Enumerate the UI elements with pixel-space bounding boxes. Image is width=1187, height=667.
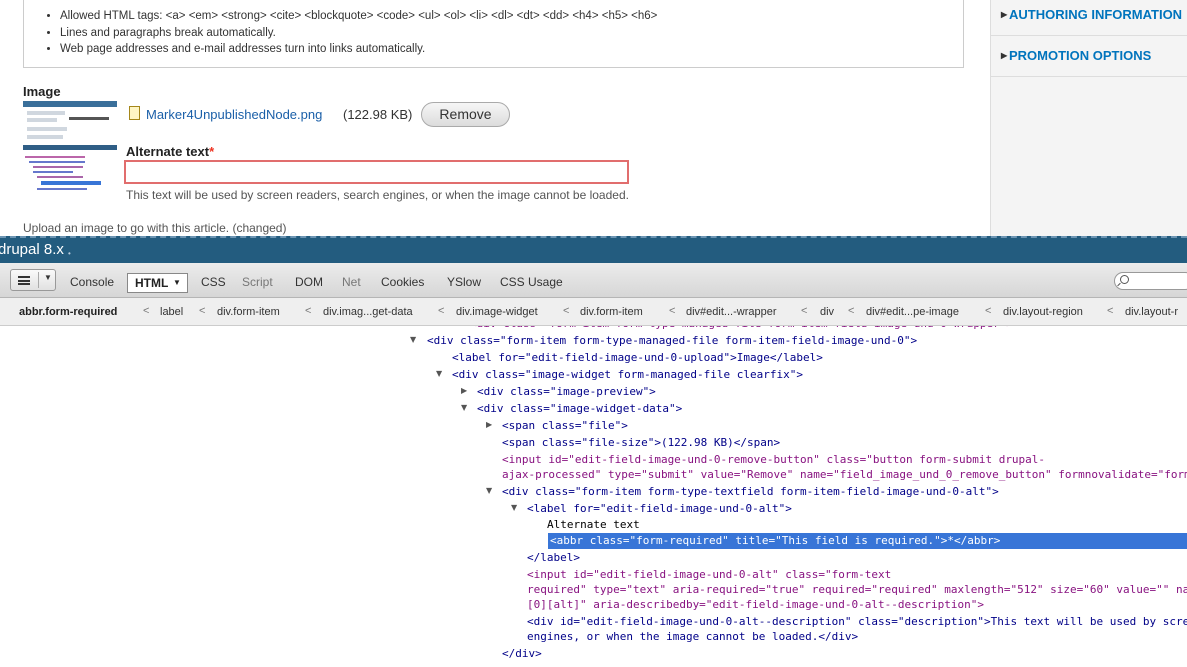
firebug-window-title: drupal 8.x <box>0 241 64 258</box>
search-icon <box>1120 275 1129 284</box>
code-line[interactable]: </label> <box>527 551 580 565</box>
alt-text-description: This text will be used by screen readers… <box>126 188 629 202</box>
code-line[interactable]: <span class="file-size">(122.98 KB)</spa… <box>502 436 780 450</box>
tab-dom[interactable]: DOM <box>295 275 323 289</box>
code-line[interactable]: <div class="form-item form-type-managed-… <box>427 334 917 348</box>
sidebar-item-promotion-options[interactable]: ▶ PROMOTION OPTIONS <box>991 41 1187 77</box>
firebug-toolbar: ▼ Console HTML ▼ CSS Script DOM Net Cook… <box>0 263 1187 298</box>
remove-button[interactable]: Remove <box>421 102 510 127</box>
sidebar-item-label: PROMOTION OPTIONS <box>1009 48 1152 63</box>
breadcrumb-item[interactable]: div <box>820 306 834 318</box>
code-line[interactable]: <input id="edit-field-image-und-0-alt" c… <box>527 568 891 582</box>
code-line[interactable]: engines, or when the image cannot be loa… <box>527 630 858 644</box>
sidebar-item-authoring-information[interactable]: ▶ AUTHORING INFORMATION <box>991 0 1187 36</box>
code-line[interactable]: <label for="edit-field-image-und-0-alt"> <box>527 502 792 516</box>
format-tips-list: Allowed HTML tags: <a> <em> <strong> <ci… <box>60 8 657 58</box>
triangle-down-icon[interactable]: ▼ <box>486 486 492 495</box>
tip-line-breaks: Lines and paragraphs break automatically… <box>60 25 657 42</box>
breadcrumb: abbr.form-required < label < div.form-it… <box>0 298 1187 326</box>
chevron-down-icon: ▼ <box>44 273 52 282</box>
tab-console[interactable]: Console <box>70 275 114 289</box>
triangle-right-icon: ▶ <box>1001 51 1008 60</box>
resize-grip-icon[interactable]: • <box>68 249 71 258</box>
breadcrumb-item[interactable]: div.form-item <box>217 306 280 318</box>
firebug-title-bar: drupal 8.x • <box>0 236 1187 263</box>
breadcrumb-item[interactable]: abbr.form-required <box>19 306 117 318</box>
triangle-right-icon: ▶ <box>1001 10 1008 19</box>
breadcrumb-item[interactable]: div.layout-region <box>1003 306 1083 318</box>
triangle-right-icon[interactable]: ▶ <box>486 420 492 429</box>
tip-allowed-tags: Allowed HTML tags: <a> <em> <strong> <ci… <box>60 8 657 25</box>
breadcrumb-item[interactable]: div.form-item <box>580 306 643 318</box>
image-preview-thumbnail[interactable] <box>23 101 117 195</box>
menu-icon <box>18 276 30 285</box>
code-line-selected: <abbr class="form-required" title="This … <box>550 534 1001 547</box>
code-line[interactable]: [0][alt]" aria-describedby="edit-field-i… <box>527 598 984 612</box>
selected-node-highlight[interactable]: <abbr class="form-required" title="This … <box>548 533 1187 549</box>
code-line[interactable]: ajax-processed" type="submit" value="Rem… <box>502 468 1187 482</box>
tab-html[interactable]: HTML ▼ <box>127 273 188 293</box>
breadcrumb-item[interactable]: div.imag...get-data <box>323 306 413 318</box>
tab-script[interactable]: Script <box>242 275 273 289</box>
upload-description: Upload an image to go with this article.… <box>23 221 287 235</box>
triangle-down-icon[interactable]: ▼ <box>511 503 517 512</box>
alt-text-label-text: Alternate text <box>126 144 210 159</box>
triangle-down-icon[interactable]: ▼ <box>461 403 467 412</box>
code-line[interactable]: <div class="form-item form-type-textfiel… <box>502 485 999 499</box>
code-line[interactable]: <label for="edit-field-image-und-0-uploa… <box>452 351 823 365</box>
tab-html-label: HTML <box>135 276 169 290</box>
text-format-tips: Allowed HTML tags: <a> <em> <strong> <ci… <box>23 0 964 68</box>
file-image-icon <box>129 106 140 120</box>
tab-cookies[interactable]: Cookies <box>381 275 424 289</box>
triangle-down-icon[interactable]: ▼ <box>436 369 442 378</box>
node-edit-page: Allowed HTML tags: <a> <em> <strong> <ci… <box>0 0 1187 236</box>
triangle-down-icon[interactable]: ▼ <box>410 335 416 344</box>
file-name-link[interactable]: Marker4UnpublishedNode.png <box>146 107 322 122</box>
breadcrumb-item[interactable]: label <box>160 306 183 318</box>
code-line[interactable]: <span class="file"> <box>502 419 628 433</box>
file-size: (122.98 KB) <box>343 107 413 122</box>
breadcrumb-item[interactable]: div#edit...-wrapper <box>686 306 777 318</box>
code-line[interactable]: <div class="image-preview"> <box>477 385 656 399</box>
code-line[interactable]: Alternate text <box>547 518 640 532</box>
code-line[interactable]: </div> <box>502 647 542 661</box>
image-field-label: Image <box>23 84 61 99</box>
sidebar-item-label: AUTHORING INFORMATION <box>1009 7 1183 22</box>
tab-css-usage[interactable]: CSS Usage <box>500 275 563 289</box>
alt-text-label: Alternate text* <box>126 144 214 159</box>
sidebar-panel: ▶ AUTHORING INFORMATION ▶ PROMOTION OPTI… <box>990 0 1187 236</box>
code-line[interactable]: <input id="edit-field-image-und-0-remove… <box>502 453 1045 467</box>
triangle-right-icon[interactable]: ▶ <box>461 386 467 395</box>
breadcrumb-item[interactable]: div#edit...pe-image <box>866 306 959 318</box>
required-marker: * <box>209 144 215 159</box>
html-source-panel: <div class="form-item form-type-managed-… <box>0 326 1187 667</box>
code-line[interactable]: <div class="image-widget form-managed-fi… <box>452 368 803 382</box>
tip-auto-links: Web page addresses and e-mail addresses … <box>60 41 657 58</box>
firebug-search-field[interactable] <box>1114 272 1187 290</box>
tab-css[interactable]: CSS <box>201 275 226 289</box>
chevron-down-icon[interactable]: ▼ <box>173 274 181 292</box>
code-line[interactable]: required" type="text" aria-required="tru… <box>527 583 1187 597</box>
breadcrumb-item[interactable]: div.image-widget <box>456 306 538 318</box>
breadcrumb-item[interactable]: div.layout-r <box>1125 306 1178 318</box>
alt-text-input[interactable] <box>124 160 629 184</box>
tab-net[interactable]: Net <box>342 275 361 289</box>
code-line[interactable]: <div id="edit-field-image-und-0-alt--des… <box>527 615 1187 629</box>
code-line[interactable]: <div class="image-widget-data"> <box>477 402 682 416</box>
firebug-menu-button[interactable]: ▼ <box>10 269 56 291</box>
tab-yslow[interactable]: YSlow <box>447 275 481 289</box>
